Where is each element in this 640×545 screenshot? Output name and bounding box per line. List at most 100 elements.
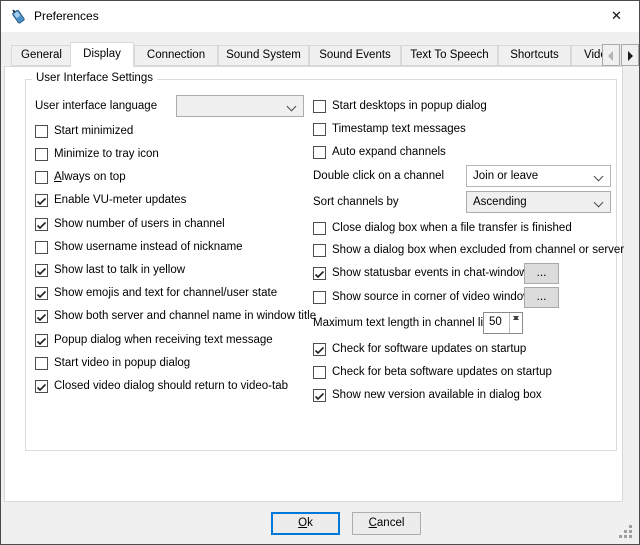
checkbox-box — [313, 100, 326, 113]
checkbox-auto-expand-channels[interactable]: Auto expand channels — [313, 144, 446, 160]
checkbox-box — [313, 244, 326, 257]
checkbox-box — [35, 334, 48, 347]
checkbox-label: Check for software updates on startup — [332, 343, 526, 355]
preferences-dialog: Preferences ✕ General Display Connection… — [0, 0, 640, 545]
tab-connection[interactable]: Connection — [134, 45, 218, 66]
ok-button[interactable]: Ok — [271, 512, 340, 535]
checkbox-box — [35, 148, 48, 161]
checkbox-label: Show emojis and text for channel/user st… — [54, 287, 277, 299]
checkbox-label: Show both server and channel name in win… — [54, 310, 316, 322]
app-icon — [10, 8, 27, 25]
checkbox-label: Close dialog box when a file transfer is… — [332, 222, 572, 234]
checkbox-show-emojis[interactable]: Show emojis and text for channel/user st… — [35, 285, 277, 301]
checkbox-label: Show a dialog box when excluded from cha… — [332, 244, 624, 256]
checkbox-box — [35, 241, 48, 254]
checkbox-label: Popup dialog when receiving text message — [54, 334, 273, 346]
checkbox-label: Start minimized — [54, 125, 133, 137]
tab-text-to-speech[interactable]: Text To Speech — [401, 45, 498, 66]
tab-scroll-right-icon[interactable] — [621, 44, 639, 66]
chevron-down-icon — [594, 172, 604, 182]
checkbox-new-version-dialog[interactable]: Show new version available in dialog box — [313, 387, 542, 403]
spinner-value[interactable]: 50 — [489, 316, 502, 328]
checkbox-box — [313, 222, 326, 235]
checkbox-box — [35, 218, 48, 231]
checkbox-statusbar-events[interactable]: Show statusbar events in chat-window — [313, 265, 528, 281]
checkbox-vu-meter-updates[interactable]: Enable VU-meter updates — [35, 192, 186, 208]
checkbox-box — [35, 264, 48, 277]
groupbox-title: User Interface Settings — [32, 72, 157, 84]
resize-grip[interactable] — [619, 525, 633, 539]
checkbox-box — [35, 194, 48, 207]
sort-channels-value: Ascending — [473, 196, 527, 208]
checkbox-label: Show last to talk in yellow — [54, 264, 185, 276]
checkbox-label: Show new version available in dialog box — [332, 389, 542, 401]
checkbox-label: Show statusbar events in chat-window — [332, 267, 528, 279]
double-click-combobox[interactable]: Join or leave — [466, 165, 611, 187]
checkbox-label: Always on top — [54, 171, 126, 183]
checkbox-always-on-top[interactable]: Always on top — [35, 169, 126, 185]
checkbox-box — [35, 287, 48, 300]
spinner-buttons — [509, 313, 522, 333]
checkbox-label: Start video in popup dialog — [54, 357, 190, 369]
checkbox-label: Show source in corner of video window — [332, 291, 531, 303]
sort-channels-combobox[interactable]: Ascending — [466, 191, 611, 213]
checkbox-check-beta-updates[interactable]: Check for beta software updates on start… — [313, 364, 552, 380]
checkbox-box — [35, 357, 48, 370]
tab-shortcuts[interactable]: Shortcuts — [498, 45, 571, 66]
checkbox-box — [35, 171, 48, 184]
checkbox-label: Minimize to tray icon — [54, 148, 159, 160]
sort-channels-label: Sort channels by — [313, 194, 399, 210]
checkbox-popup-text-message[interactable]: Popup dialog when receiving text message — [35, 332, 273, 348]
chevron-down-icon — [287, 102, 297, 112]
checkbox-box — [313, 146, 326, 159]
language-label: User interface language — [35, 98, 157, 114]
checkbox-box — [35, 125, 48, 138]
double-click-label: Double click on a channel — [313, 168, 444, 184]
tab-sound-events[interactable]: Sound Events — [309, 45, 401, 66]
checkbox-desktops-popup[interactable]: Start desktops in popup dialog — [313, 98, 487, 114]
checkbox-label: Show username instead of nickname — [54, 241, 243, 253]
checkbox-box — [313, 389, 326, 402]
tab-sound-system[interactable]: Sound System — [218, 45, 309, 66]
checkbox-box — [313, 366, 326, 379]
checkbox-last-to-talk[interactable]: Show last to talk in yellow — [35, 262, 185, 278]
checkbox-minimize-to-tray[interactable]: Minimize to tray icon — [35, 146, 159, 162]
double-click-value: Join or leave — [473, 170, 538, 182]
window-title: Preferences — [34, 9, 99, 23]
checkbox-video-popup[interactable]: Start video in popup dialog — [35, 355, 190, 371]
checkbox-box — [313, 123, 326, 136]
checkbox-label: Show number of users in channel — [54, 218, 225, 230]
checkbox-box — [313, 291, 326, 304]
cancel-button[interactable]: Cancel — [352, 512, 421, 535]
close-icon[interactable]: ✕ — [594, 1, 639, 32]
tab-display[interactable]: Display — [70, 42, 134, 67]
checkbox-start-minimized[interactable]: Start minimized — [35, 123, 133, 139]
language-combobox[interactable] — [176, 95, 304, 117]
checkbox-label: Timestamp text messages — [332, 123, 466, 135]
statusbar-events-more-button[interactable]: ... — [524, 263, 559, 284]
checkbox-excluded-dialog[interactable]: Show a dialog box when excluded from cha… — [313, 242, 624, 258]
tab-general[interactable]: General — [11, 45, 72, 66]
checkbox-label: Check for beta software updates on start… — [332, 366, 552, 378]
chevron-down-icon — [594, 198, 604, 208]
max-text-length-spinner[interactable]: 50 — [483, 312, 523, 334]
checkbox-check-updates[interactable]: Check for software updates on startup — [313, 341, 526, 357]
checkbox-show-username[interactable]: Show username instead of nickname — [35, 239, 243, 255]
tab-scroll-left-icon[interactable] — [602, 44, 620, 66]
checkbox-box — [35, 310, 48, 323]
checkbox-close-on-transfer[interactable]: Close dialog box when a file transfer is… — [313, 220, 572, 236]
checkbox-closed-video-return[interactable]: Closed video dialog should return to vid… — [35, 378, 288, 394]
checkbox-box — [35, 380, 48, 393]
checkbox-label: Closed video dialog should return to vid… — [54, 380, 288, 392]
checkbox-box — [313, 267, 326, 280]
checkbox-label: Start desktops in popup dialog — [332, 100, 487, 112]
checkbox-label: Enable VU-meter updates — [54, 194, 186, 206]
checkbox-show-user-count[interactable]: Show number of users in channel — [35, 216, 225, 232]
checkbox-video-source-corner[interactable]: Show source in corner of video window — [313, 289, 531, 305]
checkbox-box — [313, 343, 326, 356]
max-text-length-label: Maximum text length in channel list — [313, 315, 492, 331]
title-bar[interactable]: Preferences ✕ — [1, 1, 639, 32]
checkbox-timestamp-messages[interactable]: Timestamp text messages — [313, 121, 466, 137]
video-source-more-button[interactable]: ... — [524, 287, 559, 308]
checkbox-server-channel-title[interactable]: Show both server and channel name in win… — [35, 308, 316, 324]
